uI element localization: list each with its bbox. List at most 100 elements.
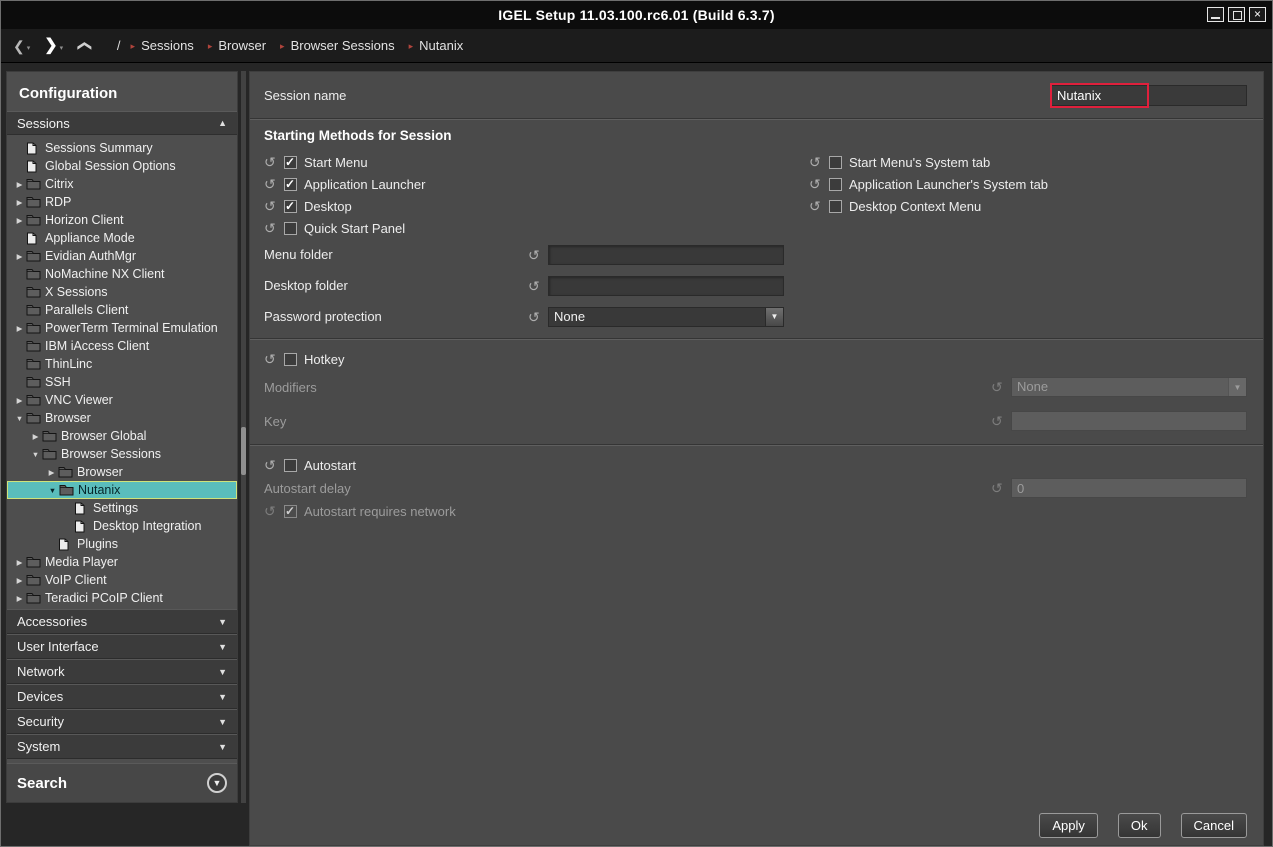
reset-icon[interactable]: ↺	[528, 279, 548, 293]
tree-item-nomachine-nx-client[interactable]: NoMachine NX Client	[7, 265, 237, 283]
titlebar[interactable]: IGEL Setup 11.03.100.rc6.01 (Build 6.3.7…	[1, 1, 1272, 29]
tree-item-plugins[interactable]: Plugins	[7, 535, 237, 553]
sidebar-section-security[interactable]: Security▼	[7, 709, 237, 734]
tree-item-appliance-mode[interactable]: Appliance Mode	[7, 229, 237, 247]
tree-item-ssh[interactable]: SSH	[7, 373, 237, 391]
tree-item-label: Horizon Client	[43, 213, 124, 227]
up-button[interactable]: ❯	[77, 37, 89, 55]
autostart-checkbox[interactable]	[284, 459, 297, 472]
breadcrumb-item-browser[interactable]: ▸Browser	[208, 38, 266, 53]
chevron-down-icon[interactable]: ▼	[29, 450, 42, 459]
close-icon[interactable]: ×	[1249, 7, 1266, 22]
menu-folder-row: Menu folder ↺	[264, 239, 1247, 270]
forward-button[interactable]: ❯ ▾	[44, 37, 63, 55]
tree-item-sessions-summary[interactable]: Sessions Summary	[7, 139, 237, 157]
reset-icon[interactable]: ↺	[264, 458, 284, 472]
session-name-input[interactable]	[1052, 86, 1246, 105]
tree-item-browser-global[interactable]: ▶Browser Global	[7, 427, 237, 445]
tree-item-browser[interactable]: ▼Browser	[7, 409, 237, 427]
tree-item-label: Evidian AuthMgr	[43, 249, 136, 263]
search-section[interactable]: Search ▼	[7, 763, 237, 802]
sidebar-section-user-interface[interactable]: User Interface▼	[7, 634, 237, 659]
breadcrumb-item-browser-sessions[interactable]: ▸Browser Sessions	[280, 38, 395, 53]
chevron-right-icon[interactable]: ▶	[13, 216, 26, 225]
chevron-down-icon[interactable]: ▼	[46, 486, 59, 495]
tree-item-parallels-client[interactable]: Parallels Client	[7, 301, 237, 319]
chevron-right-icon[interactable]: ▶	[13, 252, 26, 261]
folder-icon	[26, 556, 43, 568]
tree-item-global-session-options[interactable]: Global Session Options	[7, 157, 237, 175]
tree-item-desktop-integration[interactable]: Desktop Integration	[7, 517, 237, 535]
ok-button[interactable]: Ok	[1118, 813, 1161, 838]
chevron-right-icon[interactable]: ▶	[13, 576, 26, 585]
reset-icon[interactable]: ↺	[809, 199, 829, 213]
chevron-right-icon[interactable]: ▶	[13, 396, 26, 405]
sidebar-section-system[interactable]: System▼	[7, 734, 237, 759]
tree-item-citrix[interactable]: ▶Citrix	[7, 175, 237, 193]
reset-icon[interactable]: ↺	[264, 352, 284, 366]
sidebar-section-network[interactable]: Network▼	[7, 659, 237, 684]
password-protection-select[interactable]: None ▼	[548, 307, 784, 327]
sessions-section-header[interactable]: Sessions ▲	[7, 111, 237, 135]
reset-icon[interactable]: ↺	[264, 199, 284, 213]
tree-item-media-player[interactable]: ▶Media Player	[7, 553, 237, 571]
tree-item-vnc-viewer[interactable]: ▶VNC Viewer	[7, 391, 237, 409]
breadcrumb-item-sessions[interactable]: ▸Sessions	[131, 38, 194, 53]
tree-item-nutanix[interactable]: ▼Nutanix	[7, 481, 237, 499]
chevron-right-icon[interactable]: ▶	[13, 594, 26, 603]
back-button[interactable]: ❮ ▾	[13, 37, 30, 55]
chevron-right-icon[interactable]: ▶	[45, 468, 58, 477]
chevron-down-icon[interactable]: ▼	[13, 414, 26, 423]
reset-icon[interactable]: ↺	[528, 248, 548, 262]
chevron-right-icon[interactable]: ▶	[13, 324, 26, 333]
tree-item-x-sessions[interactable]: X Sessions	[7, 283, 237, 301]
breadcrumb-item-nutanix[interactable]: ▸Nutanix	[409, 38, 464, 53]
maximize-icon[interactable]	[1228, 7, 1245, 22]
checkbox-quick-start-panel[interactable]	[284, 222, 297, 235]
sidebar-section-devices[interactable]: Devices▼	[7, 684, 237, 709]
tree-item-ibm-iaccess-client[interactable]: IBM iAccess Client	[7, 337, 237, 355]
search-expand-button[interactable]: ▼	[207, 773, 227, 793]
minimize-icon[interactable]	[1207, 7, 1224, 22]
tree-item-browser-sessions[interactable]: ▼Browser Sessions	[7, 445, 237, 463]
checkbox-application-launcher-s-system-tab[interactable]	[829, 178, 842, 191]
sidebar-scrollbar[interactable]	[241, 71, 246, 803]
hotkey-checkbox[interactable]	[284, 353, 297, 366]
reset-icon[interactable]: ↺	[528, 310, 548, 324]
chevron-right-icon[interactable]: ▶	[13, 558, 26, 567]
chevron-down-icon: ▼	[213, 778, 222, 788]
chevron-right-icon[interactable]: ▶	[29, 432, 42, 441]
reset-icon[interactable]: ↺	[264, 221, 284, 235]
scrollbar-thumb[interactable]	[241, 427, 246, 475]
tree-item-rdp[interactable]: ▶RDP	[7, 193, 237, 211]
checkbox-desktop[interactable]	[284, 200, 297, 213]
autostart-section: ↺ Autostart Autostart delay ↺ ↺ Autostar…	[250, 446, 1263, 528]
reset-icon[interactable]: ↺	[264, 177, 284, 191]
folder-icon	[26, 322, 43, 334]
checkbox-desktop-context-menu[interactable]	[829, 200, 842, 213]
apply-button[interactable]: Apply	[1039, 813, 1098, 838]
tree-item-teradici-pcoip-client[interactable]: ▶Teradici PCoIP Client	[7, 589, 237, 607]
chevron-right-icon[interactable]: ▶	[13, 198, 26, 207]
breadcrumb-root[interactable]: /	[117, 38, 121, 53]
tree-item-thinlinc[interactable]: ThinLinc	[7, 355, 237, 373]
tree-item-voip-client[interactable]: ▶VoIP Client	[7, 571, 237, 589]
reset-icon[interactable]: ↺	[809, 177, 829, 191]
sidebar-section-accessories[interactable]: Accessories▼	[7, 609, 237, 634]
tree-item-browser[interactable]: ▶Browser	[7, 463, 237, 481]
checkbox-start-menu-s-system-tab[interactable]	[829, 156, 842, 169]
desktop-folder-row: Desktop folder ↺	[264, 270, 1247, 301]
tree-item-horizon-client[interactable]: ▶ Horizon Client	[7, 211, 237, 229]
cancel-button[interactable]: Cancel	[1181, 813, 1247, 838]
checkbox-application-launcher[interactable]	[284, 178, 297, 191]
reset-icon[interactable]: ↺	[809, 155, 829, 169]
chevron-right-icon[interactable]: ▶	[13, 180, 26, 189]
tree-item-evidian-authmgr[interactable]: ▶ Evidian AuthMgr	[7, 247, 237, 265]
tree-item-settings[interactable]: Settings	[7, 499, 237, 517]
checkbox-start-menu[interactable]	[284, 156, 297, 169]
menu-folder-input[interactable]	[548, 245, 784, 265]
chevron-up-icon: ❯	[74, 40, 92, 52]
desktop-folder-input[interactable]	[548, 276, 784, 296]
reset-icon[interactable]: ↺	[264, 155, 284, 169]
tree-item-powerterm-terminal-emulation[interactable]: ▶PowerTerm Terminal Emulation	[7, 319, 237, 337]
